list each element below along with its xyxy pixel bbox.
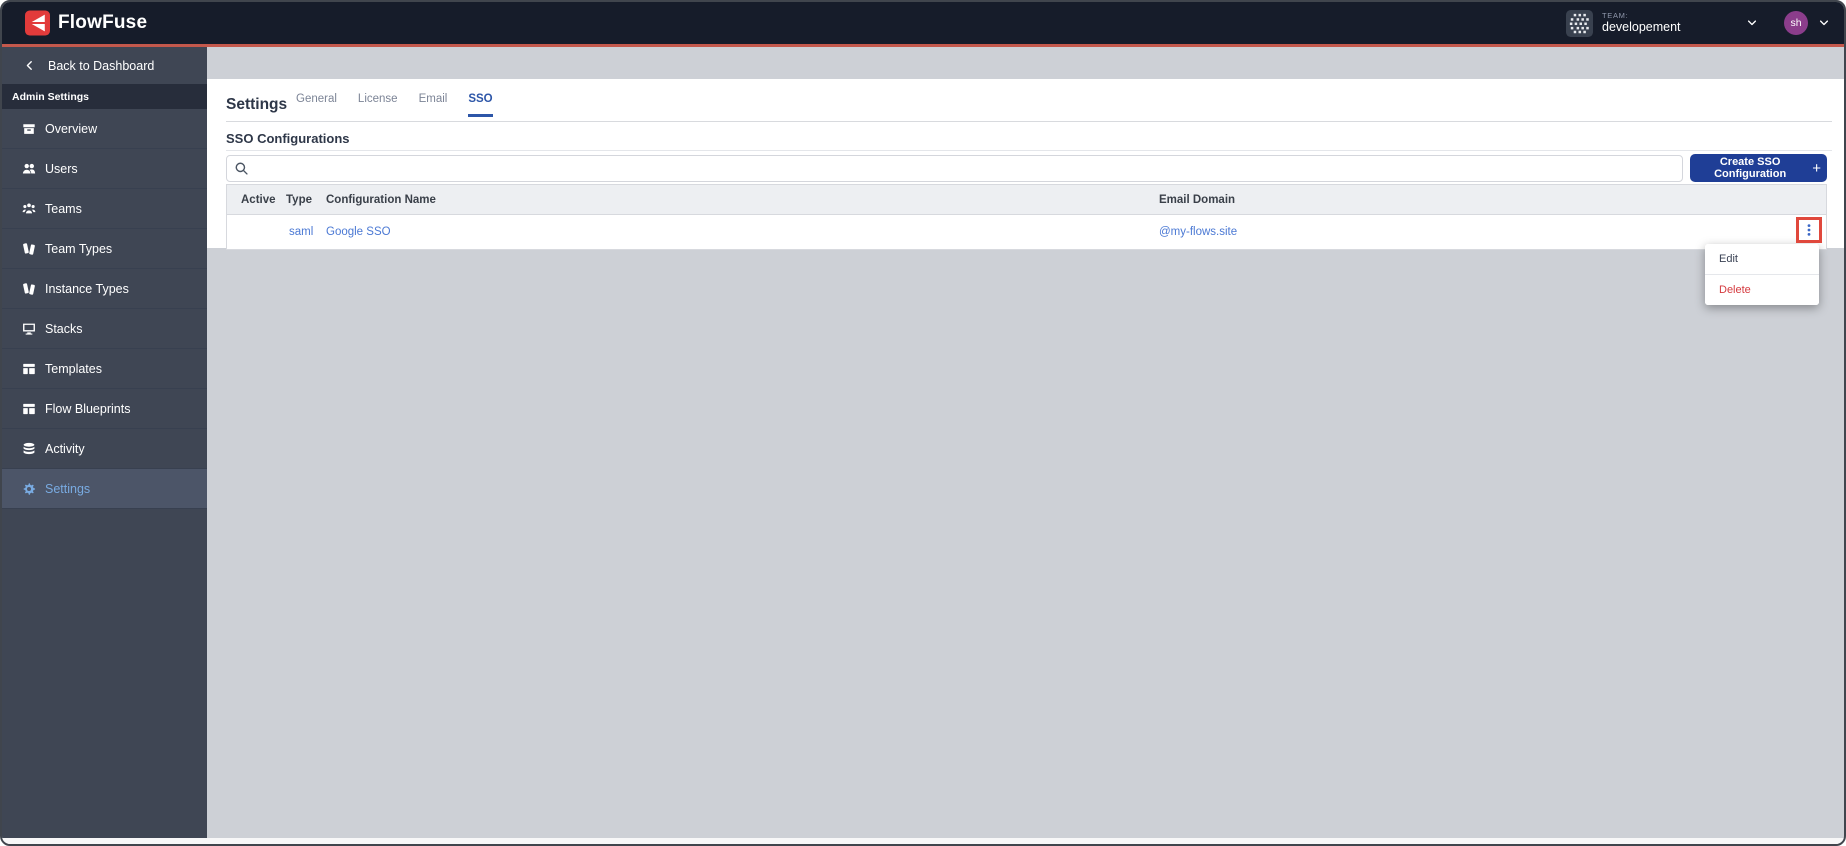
sidebar-item-label: Users: [45, 161, 78, 176]
settings-tabs: General License Email SSO: [296, 93, 493, 117]
teams-icon: [22, 202, 36, 216]
table-row: saml Google SSO @my-flows.site: [227, 215, 1826, 249]
section-divider: [226, 150, 1832, 151]
sidebar-item-label: Templates: [45, 361, 102, 376]
column-header-type: Type: [286, 193, 312, 206]
gear-icon: [22, 482, 36, 496]
back-to-dashboard-button[interactable]: Back to Dashboard: [2, 47, 207, 84]
window-bottom-strip: [2, 838, 1844, 844]
sidebar-item-label: Flow Blueprints: [45, 401, 131, 416]
flowfuse-admin-window: FlowFuse TEAM: developement sh Back to D…: [0, 0, 1846, 846]
team-grid-avatar: [1566, 9, 1593, 37]
overview-icon: [22, 122, 36, 136]
sidebar: Back to Dashboard Admin Settings Overvie…: [2, 47, 207, 838]
brand: FlowFuse: [25, 10, 147, 36]
table-header-row: Active Type Configuration Name Email Domain: [227, 185, 1826, 215]
chevron-left-icon: [24, 60, 35, 71]
sidebar-item-users[interactable]: Users: [2, 149, 207, 189]
sidebar-item-label: Teams: [45, 201, 82, 216]
tag-icon: [22, 242, 36, 256]
team-selector[interactable]: TEAM: developement: [1566, 9, 1758, 37]
menu-item-edit[interactable]: Edit: [1705, 244, 1819, 274]
sidebar-item-label: Activity: [45, 441, 85, 456]
brand-name: FlowFuse: [58, 12, 148, 33]
tab-general[interactable]: General: [296, 93, 337, 117]
flowfuse-logo-icon: [25, 10, 50, 36]
cell-email-domain-link[interactable]: @my-flows.site: [1159, 226, 1793, 238]
sidebar-item-team-types[interactable]: Team Types: [2, 229, 207, 269]
plus-icon: +: [1812, 159, 1821, 177]
chevron-down-icon: [1746, 17, 1758, 29]
column-header-configuration-name: Configuration Name: [326, 193, 436, 206]
sidebar-item-templates[interactable]: Templates: [2, 349, 207, 389]
sidebar-item-teams[interactable]: Teams: [2, 189, 207, 229]
create-sso-configuration-button[interactable]: Create SSO Configuration +: [1690, 154, 1827, 182]
table-body: saml Google SSO @my-flows.site: [227, 215, 1826, 249]
sidebar-item-settings[interactable]: Settings: [2, 469, 207, 509]
sidebar-item-stacks[interactable]: Stacks: [2, 309, 207, 349]
search-icon: [234, 161, 249, 176]
sidebar-item-label: Settings: [45, 481, 91, 496]
sso-configurations-title: SSO Configurations: [226, 131, 350, 146]
tab-license[interactable]: License: [358, 93, 398, 117]
template-icon: [22, 362, 36, 376]
search-box: [226, 155, 1683, 182]
accent-line: [2, 44, 1844, 47]
sidebar-item-instance-types[interactable]: Instance Types: [2, 269, 207, 309]
menu-item-delete[interactable]: Delete: [1705, 274, 1819, 305]
sidebar-item-label: Instance Types: [45, 281, 129, 296]
search-input[interactable]: [255, 155, 1682, 182]
template-icon: [22, 402, 36, 416]
monitor-icon: [22, 322, 36, 336]
sidebar-item-flow-blueprints[interactable]: Flow Blueprints: [2, 389, 207, 429]
column-header-email-domain: Email Domain: [1159, 193, 1236, 206]
settings-panel: Settings General License Email SSO SSO Conf…: [207, 79, 1844, 250]
row-actions-kebab-button[interactable]: [1802, 223, 1816, 237]
sidebar-nav: Overview Users Teams Team Types Instance Typ…: [2, 109, 207, 509]
highlight-box: [1796, 217, 1822, 243]
row-context-menu: Edit Delete: [1705, 244, 1819, 305]
sidebar-item-label: Stacks: [45, 321, 83, 336]
sidebar-item-label: Team Types: [45, 241, 113, 256]
sidebar-item-overview[interactable]: Overview: [2, 109, 207, 149]
page-title: Settings: [226, 96, 288, 113]
sidebar-item-label: Overview: [45, 121, 98, 136]
column-header-active: Active: [241, 193, 276, 206]
cell-configuration-name-link[interactable]: Google SSO: [326, 226, 1159, 238]
database-icon: [22, 442, 36, 456]
back-to-dashboard-label: Back to Dashboard: [48, 58, 155, 73]
team-name: developement: [1602, 20, 1681, 35]
sso-configurations-table: Active Type Configuration Name Email Domain…: [226, 184, 1827, 250]
user-avatar: sh: [1784, 11, 1808, 35]
tab-sso[interactable]: SSO: [468, 93, 493, 117]
sidebar-item-activity[interactable]: Activity: [2, 429, 207, 469]
users-icon: [22, 162, 36, 176]
chevron-down-icon: [1818, 17, 1830, 29]
team-label: TEAM:: [1602, 10, 1629, 20]
tab-email[interactable]: Email: [419, 93, 448, 117]
cell-type-link[interactable]: saml: [286, 226, 326, 238]
admin-settings-section-label: Admin Settings: [2, 84, 207, 109]
tag-icon: [22, 282, 36, 296]
user-menu[interactable]: sh: [1784, 11, 1830, 35]
tabs-divider: [226, 121, 1832, 122]
topbar: FlowFuse TEAM: developement sh: [2, 2, 1844, 44]
